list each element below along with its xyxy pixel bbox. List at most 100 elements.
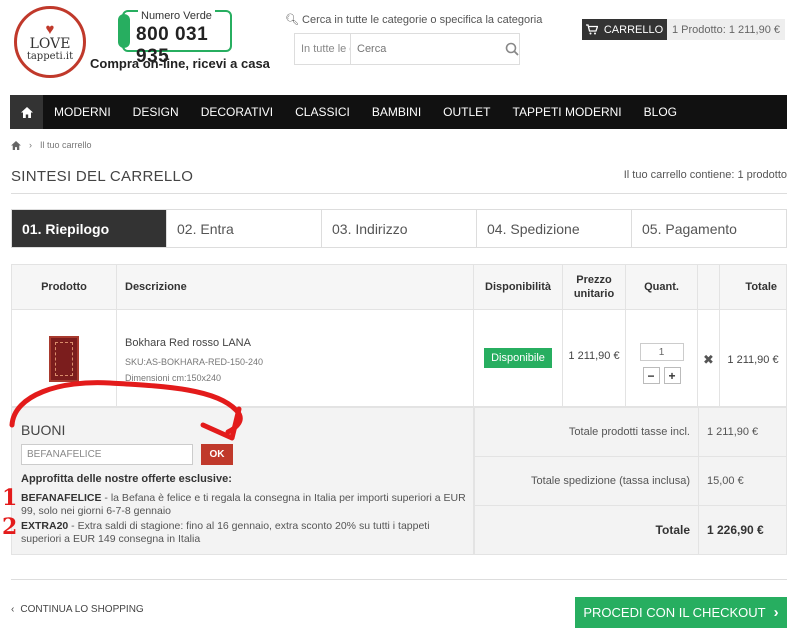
quantity-cell: 1 − + (625, 309, 698, 407)
grand-total-label: Totale (474, 505, 699, 555)
offer-code: BEFANAFELICE (21, 492, 102, 504)
product-dimensions: Dimensioni cm:150x240 (125, 373, 222, 383)
line-total-cell: 1 211,90 € (719, 309, 787, 407)
phone-icon (118, 14, 130, 48)
continue-shopping-link[interactable]: ‹ CONTINUA LO SHOPPING (11, 604, 144, 615)
checkout-button[interactable]: PROCEDI CON IL CHECKOUT › (575, 597, 787, 628)
shopping-cart-icon (585, 24, 598, 35)
nav-item-classici[interactable]: CLASSICI (284, 105, 361, 119)
breadcrumb: › Il tuo carrello (11, 140, 92, 150)
cart-button-label: CARRELLO (603, 23, 664, 36)
header-quantity: Quant. (625, 264, 698, 310)
search-icon: 🔍︎ (285, 14, 299, 26)
breadcrumb-current: Il tuo carrello (40, 140, 92, 150)
search-hint: 🔍︎ Cerca in tutte le categorie o specifi… (285, 13, 542, 26)
total-shipping-value: 15,00 € (698, 456, 787, 506)
home-icon (20, 106, 33, 118)
search-hint-text: Cerca in tutte le categorie o specifica … (302, 14, 543, 26)
voucher-ok-button[interactable]: OK (201, 444, 233, 465)
nav-home[interactable] (10, 95, 43, 129)
line-total: 1 211,90 € (727, 354, 779, 366)
total-shipping-label: Totale spedizione (tassa inclusa) (474, 456, 699, 506)
voucher-title: BUONI (21, 422, 66, 438)
step-entra[interactable]: 02. Entra (166, 210, 321, 247)
availability-badge: Disponibile (484, 348, 552, 368)
totals-row: Totale 1 226,90 € (474, 505, 787, 555)
continue-shopping-label: CONTINUA LO SHOPPING (20, 604, 144, 615)
logo-text-love: LOVE (29, 35, 71, 52)
step-pagamento[interactable]: 05. Pagamento (631, 210, 786, 247)
tagline: Compra on-line, ricevi a casa (90, 56, 270, 71)
cart-button[interactable]: CARRELLO (582, 19, 667, 40)
annotation-number-1: 1 (2, 485, 18, 511)
search-icon (505, 42, 519, 56)
search-input[interactable] (351, 34, 505, 64)
search-category-select[interactable]: In tutte le categ (295, 34, 351, 64)
header-unit-price-line1: Prezzo (576, 274, 612, 286)
table-row: Bokhara Red rosso LANA SKU:AS-BOKHARA-RE… (11, 309, 787, 407)
totals-table: Totale prodotti tasse incl. 1 211,90 € T… (474, 407, 787, 555)
cart-count: Il tuo carrello contiene: 1 prodotto (623, 169, 787, 181)
step-riepilogo[interactable]: 01. Riepilogo (12, 210, 166, 247)
main-nav: MODERNI DESIGN DECORATIVI CLASSICI BAMBI… (10, 95, 787, 129)
remove-item-icon[interactable]: ✖ (698, 352, 719, 368)
phone-label: Numero Verde (138, 10, 215, 22)
header-unit-price: Prezzo unitario (562, 264, 626, 310)
phone-box: Numero Verde 800 031 935 (118, 10, 232, 67)
voucher-section: BUONI OK Approfitta delle nostre offerte… (11, 407, 474, 555)
nav-item-design[interactable]: DESIGN (122, 105, 190, 119)
header-availability: Disponibilità (473, 264, 563, 310)
quantity-input[interactable]: 1 (639, 343, 684, 361)
header-product: Prodotto (11, 264, 117, 310)
cart-table: Prodotto Descrizione Disponibilità Prezz… (11, 264, 787, 407)
step-indirizzo[interactable]: 03. Indirizzo (321, 210, 476, 247)
total-products-value: 1 211,90 € (698, 407, 787, 457)
logo-text-site: tappeti.it (26, 50, 74, 62)
header-description: Descrizione (116, 264, 474, 310)
offer-extra20[interactable]: EXTRA20 - Extra saldi di stagione: fino … (21, 520, 466, 546)
divider (11, 193, 787, 194)
availability-cell: Disponibile (473, 309, 563, 407)
heart-icon: ♥ (45, 20, 55, 38)
search-bar: In tutte le categ (294, 33, 520, 65)
nav-item-bambini[interactable]: BAMBINI (361, 105, 432, 119)
chevron-left-icon: ‹ (11, 604, 15, 615)
totals-row: Totale prodotti tasse incl. 1 211,90 € (474, 407, 787, 457)
offer-text: - Extra saldi di stagione: fino al 16 ge… (21, 520, 430, 545)
offer-code: EXTRA20 (21, 520, 69, 532)
offer-befanafelice[interactable]: BEFANAFELICE - la Befana è felice e ti r… (21, 492, 466, 518)
checkout-steps: 01. Riepilogo 02. Entra 03. Indirizzo 04… (11, 209, 787, 248)
header-remove (697, 264, 720, 310)
checkout-button-label: PROCEDI CON IL CHECKOUT (583, 605, 766, 620)
offers-title: Approfitta delle nostre offerte esclusiv… (21, 473, 232, 485)
nav-item-outlet[interactable]: OUTLET (432, 105, 501, 119)
site-logo[interactable]: ♥ LOVE tappeti.it (14, 6, 86, 78)
product-sku: SKU:AS-BOKHARA-RED-150-240 (125, 357, 264, 367)
nav-item-decorativi[interactable]: DECORATIVI (190, 105, 284, 119)
quantity-increase-button[interactable]: + (663, 367, 681, 384)
chevron-right-icon: › (773, 604, 779, 621)
page-title: SINTESI DEL CARRELLO (11, 168, 194, 185)
remove-cell: ✖ (697, 309, 720, 407)
annotation-number-2: 2 (2, 514, 18, 540)
search-button[interactable] (505, 34, 519, 64)
voucher-code-input[interactable] (21, 444, 193, 465)
product-name[interactable]: Bokhara Red rosso LANA (125, 337, 473, 349)
home-icon[interactable] (11, 140, 21, 150)
product-image[interactable] (49, 336, 79, 382)
totals-row: Totale spedizione (tassa inclusa) 15,00 … (474, 456, 787, 506)
table-header-row: Prodotto Descrizione Disponibilità Prezz… (11, 264, 787, 310)
nav-item-blog[interactable]: BLOG (633, 105, 688, 119)
nav-item-tappeti-moderni[interactable]: TAPPETI MODERNI (502, 105, 633, 119)
step-spedizione[interactable]: 04. Spedizione (476, 210, 631, 247)
header-unit-price-line2: unitario (573, 288, 615, 300)
chevron-right-icon: › (29, 140, 32, 150)
header-total: Totale (719, 264, 787, 310)
quantity-decrease-button[interactable]: − (642, 367, 660, 384)
total-products-label: Totale prodotti tasse incl. (474, 407, 699, 457)
divider (11, 579, 787, 580)
grand-total-value: 1 226,90 € (698, 505, 787, 555)
product-image-cell (11, 309, 117, 407)
nav-item-moderni[interactable]: MODERNI (43, 105, 122, 119)
cart-summary[interactable]: 1 Prodotto: 1 211,90 € (667, 19, 785, 40)
